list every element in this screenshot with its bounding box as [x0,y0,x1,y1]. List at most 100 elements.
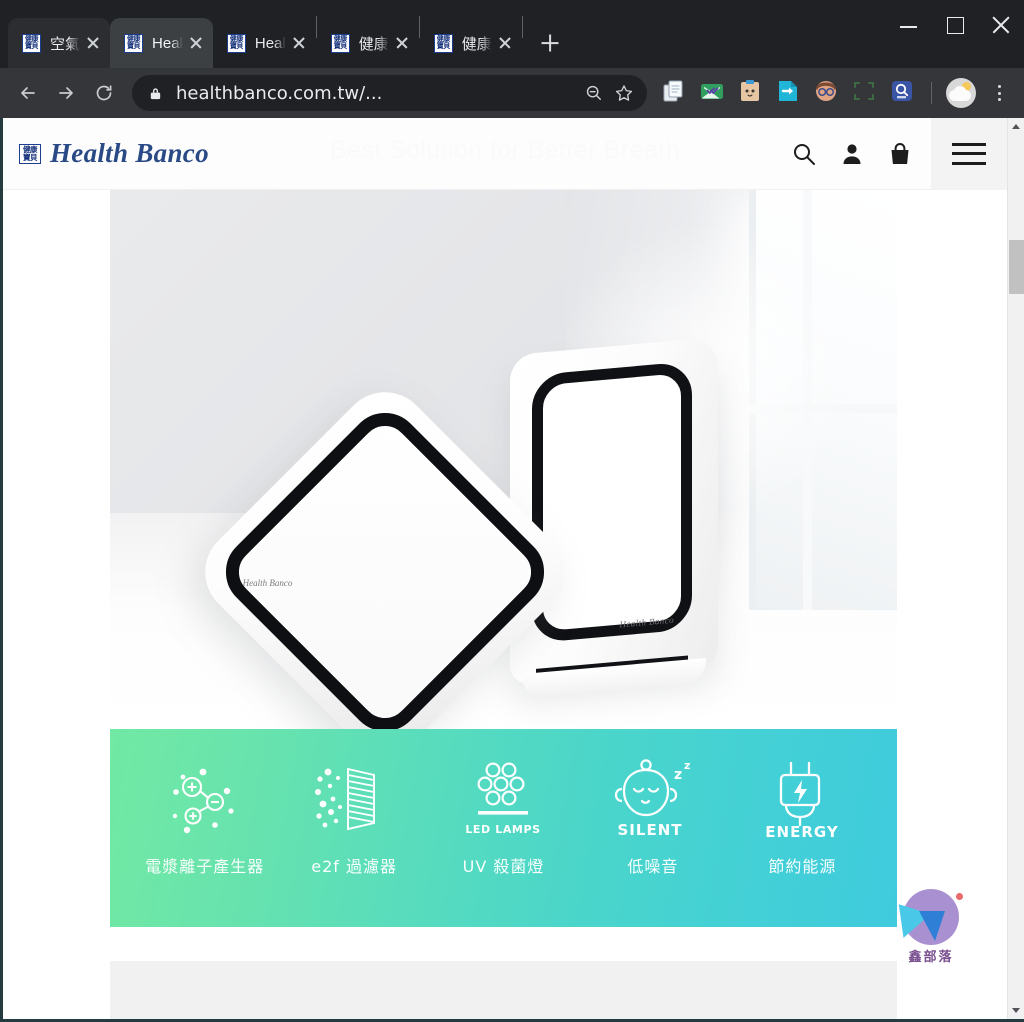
browser-toolbar: healthbanco.com.tw/... [0,68,1024,118]
web-page: 健康 寶貝 Health Banco Best Solution for Bet… [3,118,1007,1019]
lock-icon [148,86,163,101]
minimize-button[interactable] [886,0,932,50]
e2f-filter-icon [312,753,396,845]
screenshot-brackets-icon[interactable] [851,78,881,108]
scrollbar-thumb[interactable] [1009,240,1024,294]
sleeping-baby-icon: z z SILENT [608,753,698,845]
tab-separator [521,16,523,38]
zoom-out-icon[interactable] [581,80,607,106]
site-header: 健康 寶貝 Health Banco Best Solution for Bet… [3,118,1007,190]
feature-uv-lamp[interactable]: LED LAMPS UV 殺菌燈 [429,753,578,903]
browser-tab-2[interactable]: 健康 寶貝 Heal [110,18,213,68]
close-window-button[interactable] [978,0,1024,50]
clipboard-face-icon[interactable] [737,78,767,108]
left-gutter [3,190,110,1019]
hero-product-image: Health Banco Health Banco [110,190,897,729]
cloud-icon [949,90,971,101]
tab-favicon: 健康 寶貝 [124,33,144,53]
svg-text:z: z [684,759,690,772]
feature-label: 節約能源 [768,857,837,876]
site-header-icons [791,141,931,167]
user-icon[interactable] [839,141,865,167]
tab-close-icon[interactable] [82,32,104,54]
url-text: healthbanco.com.tw/... [176,82,383,104]
favicon-text-bottom: 寶貝 [127,42,141,50]
browser-tab-3[interactable]: 健康 寶貝 Heal [213,18,316,68]
page-content: Health Banco Health Banco 電漿離子產生器 e2f 過濾… [110,190,897,1019]
tab-close-icon[interactable] [288,32,310,54]
tab-favicon: 健康 寶貝 [433,33,453,53]
browser-menu-icon[interactable] [984,78,1014,108]
brand-mark-bottom: 寶貝 [23,152,38,162]
brand-mark-icon: 健康 寶貝 [19,143,41,164]
tab-favicon: 健康 寶貝 [22,33,41,53]
scroll-up-arrow-icon[interactable] [1008,118,1024,135]
purifier-wordmark: Health Banco [242,578,293,589]
forward-icon[interactable] [48,75,84,111]
led-lamps-icon: LED LAMPS [461,753,547,845]
svg-text:LED LAMPS: LED LAMPS [465,823,540,836]
feature-energy-saving[interactable]: ENERGY 節約能源 [728,753,877,903]
feature-label: e2f 過濾器 [311,857,397,876]
favicon-text-bottom: 寶貝 [436,42,451,50]
feature-silent[interactable]: z z SILENT 低噪音 [578,753,727,903]
profile-avatar[interactable] [946,78,976,108]
power-plug-icon: ENERGY [760,753,844,845]
address-bar[interactable]: healthbanco.com.tw/... [132,75,647,111]
browser-window: 健康 寶貝 空氣 健康 寶貝 Heal 健康 寶貝 Heal 健康 寶貝 健康 … [0,0,1024,1022]
favicon-text-bottom: 寶貝 [229,42,244,50]
tab-strip: 健康 寶貝 空氣 健康 寶貝 Heal 健康 寶貝 Heal 健康 寶貝 健康 … [0,0,1024,68]
tab-close-icon[interactable] [185,32,207,54]
browser-tab-4[interactable]: 健康 寶貝 健康 [317,18,419,68]
maximize-button[interactable] [932,0,978,50]
svg-text:z: z [674,767,682,783]
brand-name: Health Banco [50,138,209,168]
feature-e2f-filter[interactable]: e2f 過濾器 [279,753,428,903]
feature-strip: 電漿離子產生器 e2f 過濾器 LED LAMPS UV 殺菌燈 z z SIL… [110,729,897,927]
favicon-text-bottom: 寶貝 [333,42,348,50]
tab-title: 健康 [461,35,492,53]
tab-title: Heal [254,34,286,52]
toolbar-separator [931,82,932,104]
favicon-text-bottom: 寶貝 [25,42,39,50]
export-page-icon[interactable] [775,78,805,108]
page-scrollbar[interactable] [1007,118,1024,1019]
feature-plasma-ion[interactable]: 電漿離子產生器 [130,753,279,903]
browser-tab-5[interactable]: 健康 寶貝 健康 [420,18,522,68]
tab-title: Heal [152,34,183,52]
next-section-block [110,961,897,1019]
window-controls [886,0,1024,50]
tab-title: 空氣 [50,35,81,53]
blue-search-extension-icon[interactable] [889,78,919,108]
back-icon[interactable] [10,75,46,111]
site-menu-button[interactable] [931,118,1007,190]
page-viewport: 健康 寶貝 Health Banco Best Solution for Bet… [0,118,1024,1022]
bookmark-star-icon[interactable] [611,80,637,106]
tab-favicon: 健康 寶貝 [330,33,350,53]
plasma-ion-molecule-icon [165,753,245,845]
shopping-bag-icon[interactable] [887,141,913,167]
content-spacer [110,927,897,961]
tab-close-icon[interactable] [494,32,516,54]
face-glasses-icon[interactable] [813,78,843,108]
tab-favicon: 健康 寶貝 [226,33,246,53]
scroll-down-arrow-icon[interactable] [1008,1002,1024,1019]
hamburger-menu-icon [952,142,986,165]
feature-label: 低噪音 [627,857,679,876]
feature-label: UV 殺菌燈 [462,857,545,876]
tab-title: 健康 [358,35,389,53]
browser-tab-1[interactable]: 健康 寶貝 空氣 [8,18,111,68]
new-tab-button[interactable] [533,26,567,60]
tabs-row: 健康 寶貝 空氣 健康 寶貝 Heal 健康 寶貝 Heal 健康 寶貝 健康 … [8,0,567,68]
site-logo[interactable]: 健康 寶貝 Health Banco [3,138,209,169]
air-purifier-upright: Health Banco [510,336,718,701]
purifier-black-ring [532,361,692,644]
svg-text:ENERGY: ENERGY [766,823,840,841]
search-icon[interactable] [791,141,817,167]
green-envelope-check-icon[interactable] [699,78,729,108]
copy-documents-icon[interactable] [661,78,691,108]
tab-close-icon[interactable] [391,32,413,54]
svg-text:SILENT: SILENT [617,821,682,839]
right-gutter [887,190,1007,1019]
reload-icon[interactable] [86,75,122,111]
